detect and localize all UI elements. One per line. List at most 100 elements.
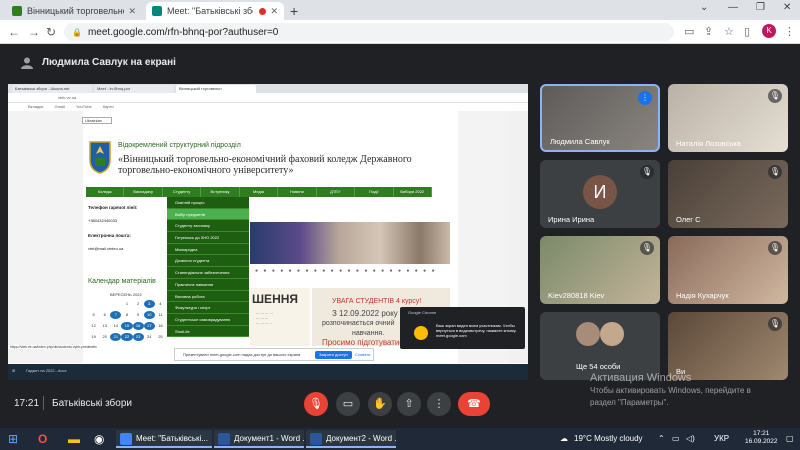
tray-chevron-icon[interactable]: ⌃ xyxy=(658,431,665,447)
meeting-title: Батьківські збори xyxy=(52,398,132,409)
taskbar-app-word2[interactable]: Документ2 - Word ... xyxy=(306,430,396,448)
dropdown-item: Студенту заочнику xyxy=(167,220,249,233)
taskbar-clock[interactable]: 17:21 16.09.2022 xyxy=(745,430,778,446)
site-menu: Коледж Викладачу Студенту Вступнику Меді… xyxy=(86,187,432,197)
shared-tab: Meet - Ін-бhnq-por xyxy=(94,85,174,93)
dropdown-item: Практичне навчання xyxy=(167,279,249,291)
news-headline: ШЕННЯ xyxy=(252,292,299,306)
opera-icon[interactable]: O xyxy=(38,431,47,447)
participant-avatar xyxy=(600,322,624,346)
browser-tabstrip: Вінницький торговельно-економ ✕ Meet: "Б… xyxy=(0,0,800,20)
slider-image xyxy=(250,222,450,264)
address-bar[interactable]: 🔒 meet.google.com/rfn-bhnq-por?authuser=… xyxy=(64,23,674,41)
shared-bookmarks: Вкладки Gmail YouTube Карти xyxy=(8,103,528,111)
participant-avatar: И xyxy=(583,175,617,209)
word-icon xyxy=(218,433,230,445)
shared-start-icon: ⊞ xyxy=(12,368,16,373)
bookmark-star-icon[interactable]: ☆ xyxy=(724,25,734,38)
meet-favicon-icon xyxy=(152,6,162,16)
participant-tile[interactable]: 🎙 Олег С xyxy=(668,160,788,228)
news-line: навчання. xyxy=(352,330,385,337)
leave-call-button[interactable]: ☎ xyxy=(458,392,490,416)
calendar-day: 20 xyxy=(102,334,107,339)
dropdown-item: Освітній процес xyxy=(167,197,249,209)
reload-icon[interactable]: ↻ xyxy=(46,25,56,39)
share-icon[interactable]: ⇪ xyxy=(704,25,713,38)
camera-toggle-button[interactable]: ▭ xyxy=(336,392,360,416)
browser-tab-college[interactable]: Вінницький торговельно-економ ✕ xyxy=(6,2,142,20)
language-select: Ukrainian xyxy=(82,117,112,124)
participant-tile[interactable]: ⋮ Людмила Савлук xyxy=(540,84,660,152)
network-icon[interactable]: ▭ xyxy=(672,431,680,447)
forward-icon[interactable]: → xyxy=(28,25,40,39)
participant-tile[interactable]: 🎙 Надія Кухарчук xyxy=(668,236,788,304)
taskbar-app-word1[interactable]: Документ1 - Word ... xyxy=(214,430,304,448)
restore-button[interactable]: ❐ xyxy=(756,2,765,13)
file-explorer-icon[interactable]: ▬ xyxy=(68,431,80,447)
menu-item: Вибори 2022 xyxy=(394,187,432,197)
calendar-day: 2 xyxy=(137,301,140,306)
minimize-button[interactable]: — xyxy=(728,2,738,13)
news-line: З 12.09.2022 року xyxy=(332,309,398,318)
new-tab-button[interactable]: + xyxy=(290,3,298,19)
taskbar-app-meet[interactable]: Meet: "Батьківські... xyxy=(116,430,212,448)
participant-tile[interactable]: 🎙 Наталія Лозовська xyxy=(668,84,788,152)
chrome-icon[interactable]: ◉ xyxy=(94,431,104,447)
menu-item: Новини xyxy=(278,187,317,197)
dropdown-item: StudLife xyxy=(167,326,249,338)
clock-time: 17:21 xyxy=(753,430,770,437)
menu-item: Студенту xyxy=(163,187,202,197)
share-banner-text: Презентувати meet.google.com надає досту… xyxy=(183,352,301,357)
mic-toggle-button[interactable]: 🎙 xyxy=(304,392,328,416)
notifications-icon[interactable]: ▢ xyxy=(786,431,794,447)
windows-start-icon[interactable]: ⊞ xyxy=(8,431,18,447)
college-subtitle: Відокремлений структурний підрозділ xyxy=(118,142,241,149)
status-url: https://vtek.ve.ua/index.php/uk/studentu… xyxy=(8,345,99,349)
self-tile[interactable]: 🎙 Ви xyxy=(668,312,788,380)
phone-value: +380432440033 xyxy=(88,218,118,223)
weather-icon[interactable]: ☁ xyxy=(560,431,568,447)
notif-title: Google Chrome xyxy=(408,310,437,315)
menu-item: Коледж xyxy=(86,187,125,197)
screen-share-banner: Презентувати meet.google.com надає досту… xyxy=(174,348,374,361)
tab-sidebar-icon[interactable]: ▯ xyxy=(744,25,750,38)
mic-off-icon: 🎙 xyxy=(768,317,782,331)
participant-name: Людмила Савлук xyxy=(550,137,610,146)
participant-tile[interactable]: 🎙 И Ирина Ирина xyxy=(540,160,660,228)
menu-kebab-icon[interactable]: ⋮ xyxy=(784,25,795,38)
calendar-day: 5 xyxy=(92,312,95,317)
participant-tile[interactable]: 🎙 Kiev280818 Kiev xyxy=(540,236,660,304)
taskbar-app-label: Meet: "Батьківські... xyxy=(136,434,208,443)
presenter-banner: Людмила Савлук на екрані xyxy=(42,57,176,68)
weather-text[interactable]: 19°C Mostly cloudy xyxy=(574,431,643,447)
calendar-day: 8 xyxy=(125,312,129,317)
stop-sharing-button: Закрити доступ xyxy=(315,351,352,359)
close-window-button[interactable]: ✕ xyxy=(783,2,791,13)
close-tab-icon[interactable]: ✕ xyxy=(128,6,136,17)
volume-icon[interactable]: ◁) xyxy=(686,431,695,447)
recording-indicator-icon xyxy=(259,7,267,15)
college-title: «Вінницький торговельно-економічний фахо… xyxy=(118,154,412,176)
tab-search-icon[interactable]: ⌄ xyxy=(700,2,708,13)
calendar-day: 6 xyxy=(103,312,106,317)
calendar-day: 1 xyxy=(125,301,129,306)
participant-name: Ирина Ирина xyxy=(548,215,595,224)
more-participants-tile[interactable]: Ще 54 особи xyxy=(540,312,660,380)
close-tab-icon[interactable]: ✕ xyxy=(270,6,278,17)
contact-info: Телефон гарячої лінії: +380432440033 Еле… xyxy=(88,205,163,261)
raise-hand-button[interactable]: ✋ xyxy=(368,392,392,416)
profile-avatar[interactable]: K xyxy=(762,24,776,38)
camera-indicator-icon[interactable]: ▭ xyxy=(684,25,694,38)
browser-tab-meet[interactable]: Meet: "Батьківські збори" ✕ xyxy=(146,2,284,20)
news-small-text: ··· ··· ··· ··· ··· ··· ··· ··· ··· ··· ·· xyxy=(256,312,273,326)
calendar-day: 10 xyxy=(143,311,155,319)
calendar-day: 15 xyxy=(121,322,133,330)
language-indicator[interactable]: УКР xyxy=(714,431,729,447)
present-screen-button[interactable]: ⇧ xyxy=(397,392,421,416)
back-icon[interactable]: ← xyxy=(8,25,20,39)
calendar-day xyxy=(99,300,110,308)
tab-title: Вінницький торговельно-економ xyxy=(27,6,124,16)
mic-off-icon: 🎙 xyxy=(640,165,654,179)
calendar-day: 18 xyxy=(158,323,163,328)
more-options-button[interactable]: ⋮ xyxy=(427,392,451,416)
